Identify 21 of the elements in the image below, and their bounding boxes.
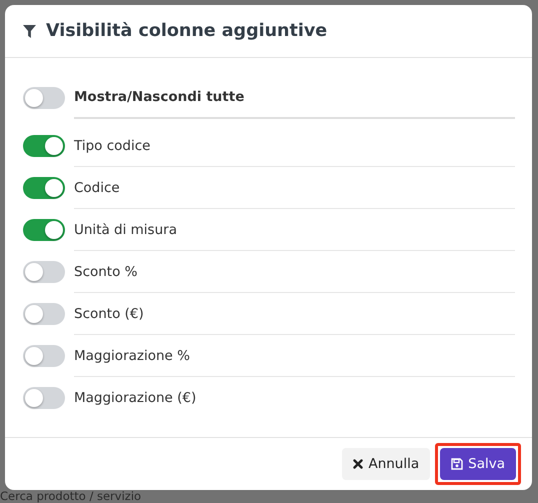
toggle-switch[interactable] xyxy=(23,303,65,325)
toggle-label: Codice xyxy=(74,180,120,196)
save-button[interactable]: Salva xyxy=(440,448,516,480)
toggle-label: Sconto (€) xyxy=(74,306,144,322)
toggle-label: Tipo codice xyxy=(74,138,150,154)
toggle-switch[interactable] xyxy=(23,135,65,157)
toggle-switch[interactable] xyxy=(23,177,65,199)
toggle-label: Maggiorazione (€) xyxy=(74,390,196,406)
toggle-switch[interactable] xyxy=(23,345,65,367)
cancel-button[interactable]: Annulla xyxy=(342,448,430,480)
toggle-switch[interactable] xyxy=(23,387,65,409)
filter-icon xyxy=(23,24,36,38)
toggle-switch[interactable] xyxy=(23,87,65,109)
close-icon xyxy=(353,459,364,469)
toggle-label: Maggiorazione % xyxy=(74,348,190,364)
dialog-title: Visibilità colonne aggiuntive xyxy=(46,21,328,41)
toggle-label: Unità di misura xyxy=(74,222,177,238)
toggle-switch[interactable] xyxy=(23,261,65,283)
toggle-label: Sconto % xyxy=(74,264,138,280)
toggle-switch[interactable] xyxy=(23,219,65,241)
toggle-label: Mostra/Nascondi tutte xyxy=(74,89,244,105)
